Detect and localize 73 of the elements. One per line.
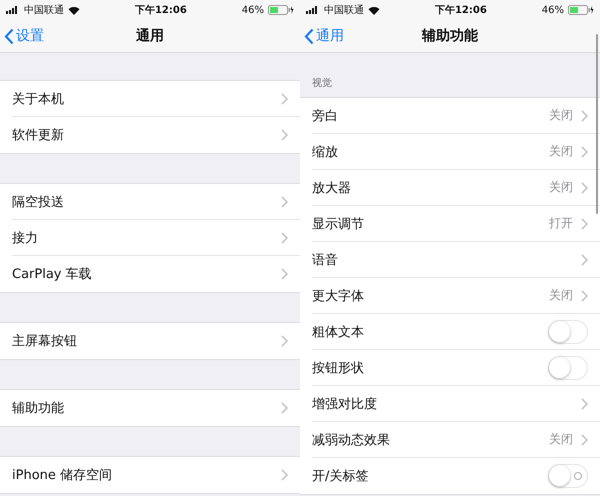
wifi-icon [368,6,380,14]
chevron-icon [281,402,288,414]
row-label: 语音 [312,252,339,268]
row-value: 打开 [549,215,573,232]
section-header: 视觉 [312,76,332,90]
row-label: 缩放 [312,144,339,160]
chevron-icon [281,232,288,244]
carrier-name: 中国联通 [24,4,64,17]
row-label: 放大器 [312,180,352,196]
row-label: 接力 [12,230,39,246]
row-label: 减弱动态效果 [312,432,391,448]
chevron-icon [581,254,588,266]
battery-icon [268,5,294,15]
row-label: 隔空投送 [12,194,65,210]
wifi-icon [68,6,80,14]
chevron-icon [581,434,588,446]
row-value: 关闭 [549,143,573,160]
settings-row[interactable]: 语音 [312,242,600,278]
chevron-icon [581,218,588,230]
signal-icon [6,6,20,14]
row-label: 开/关标签 [312,468,370,485]
row-value: 关闭 [549,107,573,124]
settings-row[interactable]: 开/关标签 [312,458,600,494]
row-label: 粗体文本 [312,324,365,340]
row-value: 关闭 [549,179,573,196]
chevron-icon [581,110,588,122]
row-value: 关闭 [549,287,573,304]
row-value: 关闭 [549,431,573,448]
chevron-icon [581,182,588,194]
signal-icon [306,6,320,14]
row-label: 旁白 [312,108,339,124]
row-label: 辅助功能 [12,400,65,417]
toggle-switch[interactable] [548,356,588,380]
row-label: 显示调节 [312,216,365,232]
toggle-switch[interactable] [548,464,588,488]
nav-title: 通用 [136,27,164,45]
settings-row[interactable]: 增强对比度 [312,386,600,422]
battery-icon [568,5,594,15]
battery-percent: 46% [242,4,264,16]
row-label: 按钮形状 [312,360,365,376]
settings-row[interactable]: 软件更新 [12,117,300,153]
status-time: 下午12:06 [434,4,487,17]
row-label: 关于本机 [12,90,65,108]
settings-row[interactable]: 按钮形状 [312,350,600,386]
row-label: 软件更新 [12,127,65,144]
settings-row[interactable]: CarPlay 车载 [12,256,300,292]
row-label: iPhone 储存空间 [12,467,114,484]
row-label: 增强对比度 [312,396,378,412]
chevron-icon [281,196,288,208]
status-time: 下午12:06 [134,4,187,17]
row-label: 主屏幕按钮 [12,333,78,350]
chevron-icon [581,146,588,158]
back-chevron-icon [304,28,314,44]
back-button[interactable]: 通用 [304,27,422,45]
chevron-icon [281,129,288,141]
chevron-icon [281,92,288,104]
row-label: 更大字体 [312,288,365,304]
chevron-icon [581,398,588,410]
toggle-switch[interactable] [548,320,588,344]
back-button[interactable]: 设置 [4,27,136,45]
settings-row[interactable]: 显示调节 打开 [312,206,600,242]
chevron-icon [281,335,288,347]
nav-title: 辅助功能 [422,27,478,45]
back-chevron-icon [4,28,14,44]
chevron-icon [281,268,288,280]
chevron-icon [581,290,588,302]
settings-row[interactable]: 减弱动态效果 关闭 [312,422,600,458]
battery-percent: 46% [542,4,564,16]
carrier-name: 中国联通 [324,4,364,17]
row-label: CarPlay 车载 [12,266,93,283]
settings-row[interactable]: 更大字体 关闭 [312,278,600,314]
settings-row[interactable]: 粗体文本 [312,314,600,350]
chevron-icon [281,469,288,481]
